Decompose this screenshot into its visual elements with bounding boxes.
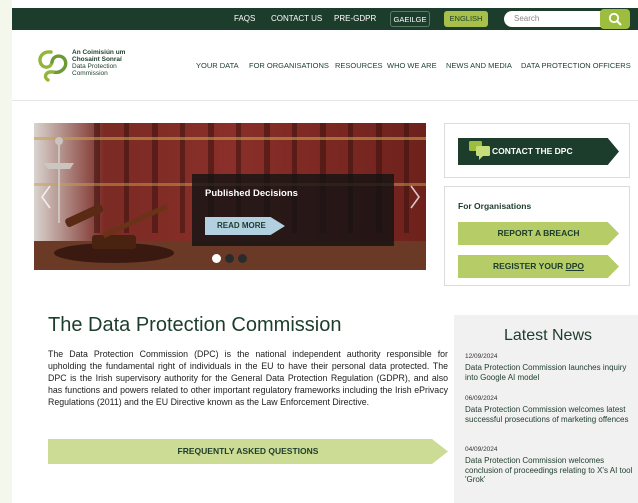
for-organisations-title: For Organisations	[458, 201, 532, 211]
search-icon	[608, 12, 622, 26]
news-link-1[interactable]: Data Protection Commission launches inqu…	[465, 363, 635, 382]
page-title: The Data Protection Commission	[48, 314, 342, 336]
latest-news-title: Latest News	[503, 327, 593, 344]
slide-title: Published Decisions	[205, 188, 298, 199]
contact-us-link[interactable]: CONTACT US	[271, 8, 322, 30]
faq-button[interactable]: FREQUENTLY ASKED QUESTIONS	[48, 439, 448, 464]
nav-who-we-are[interactable]: WHO WE ARE	[387, 61, 437, 70]
carousel-prev-icon[interactable]	[39, 184, 53, 210]
top-utility-bar: FAQS CONTACT US PRE-GDPR GAEILGE ENGLISH…	[12, 8, 638, 30]
news-link-3[interactable]: Data Protection Commission welcomes conc…	[465, 456, 635, 485]
nav-news-and-media[interactable]: NEWS AND MEDIA	[446, 61, 512, 70]
nav-resources[interactable]: RESOURCES	[335, 61, 383, 70]
pre-gdpr-link[interactable]: PRE-GDPR	[334, 8, 376, 30]
chat-bubble-icon	[469, 141, 490, 160]
news-date-2: 06/09/2024	[465, 395, 498, 402]
header-divider	[12, 100, 638, 101]
latest-news-panel: Latest News 12/09/2024 Data Protection C…	[454, 315, 638, 503]
contact-label: CONTACT THE DPC	[492, 146, 573, 156]
nav-your-data[interactable]: YOUR DATA	[196, 61, 239, 70]
register-prefix: REGISTER YOUR	[493, 261, 566, 271]
register-dpo-text: DPO	[565, 261, 584, 271]
faqs-link[interactable]: FAQS	[234, 8, 255, 30]
read-more-button[interactable]: READ MORE	[205, 217, 285, 235]
carousel-dot-3[interactable]	[238, 254, 247, 263]
carousel-dot-2[interactable]	[225, 254, 234, 263]
register-your-dpo-button[interactable]: REGISTER YOUR DPO	[458, 255, 619, 278]
logo-line-3: Data Protection	[72, 63, 117, 70]
carousel-dot-1[interactable]	[212, 254, 221, 263]
report-a-breach-button[interactable]: REPORT A BREACH	[458, 222, 619, 245]
contact-box: CONTACT THE DPC	[444, 123, 630, 178]
dpc-logo-icon[interactable]	[34, 47, 70, 83]
nav-data-protection-officers[interactable]: DATA PROTECTION OFFICERS	[521, 61, 631, 70]
search-input[interactable]: Search	[504, 11, 602, 27]
carousel-next-icon[interactable]	[408, 184, 422, 210]
news-date-3: 04/09/2024	[465, 446, 498, 453]
logo-wordmark[interactable]: An Coimisiún um Chosaint Sonraí Data Pro…	[72, 49, 125, 77]
lang-gaeilge-button[interactable]: GAEILGE	[390, 11, 430, 27]
nav-for-organisations[interactable]: FOR ORGANISATIONS	[249, 61, 329, 70]
lang-english-button[interactable]: ENGLISH	[444, 11, 488, 27]
logo-line-4: Commission	[72, 70, 108, 77]
slide-caption-panel	[192, 174, 394, 246]
news-date-1: 12/09/2024	[465, 353, 498, 360]
intro-paragraph: The Data Protection Commission (DPC) is …	[48, 349, 448, 407]
for-organisations-box: For Organisations REPORT A BREACH REGIST…	[444, 186, 630, 286]
search-button[interactable]	[600, 9, 630, 29]
news-link-2[interactable]: Data Protection Commission welcomes late…	[465, 405, 635, 424]
logo-line-1: An Coimisiún um	[72, 49, 126, 56]
page: FAQS CONTACT US PRE-GDPR GAEILGE ENGLISH…	[12, 0, 638, 503]
logo-line-2: Chosaint Sonraí	[72, 56, 122, 63]
